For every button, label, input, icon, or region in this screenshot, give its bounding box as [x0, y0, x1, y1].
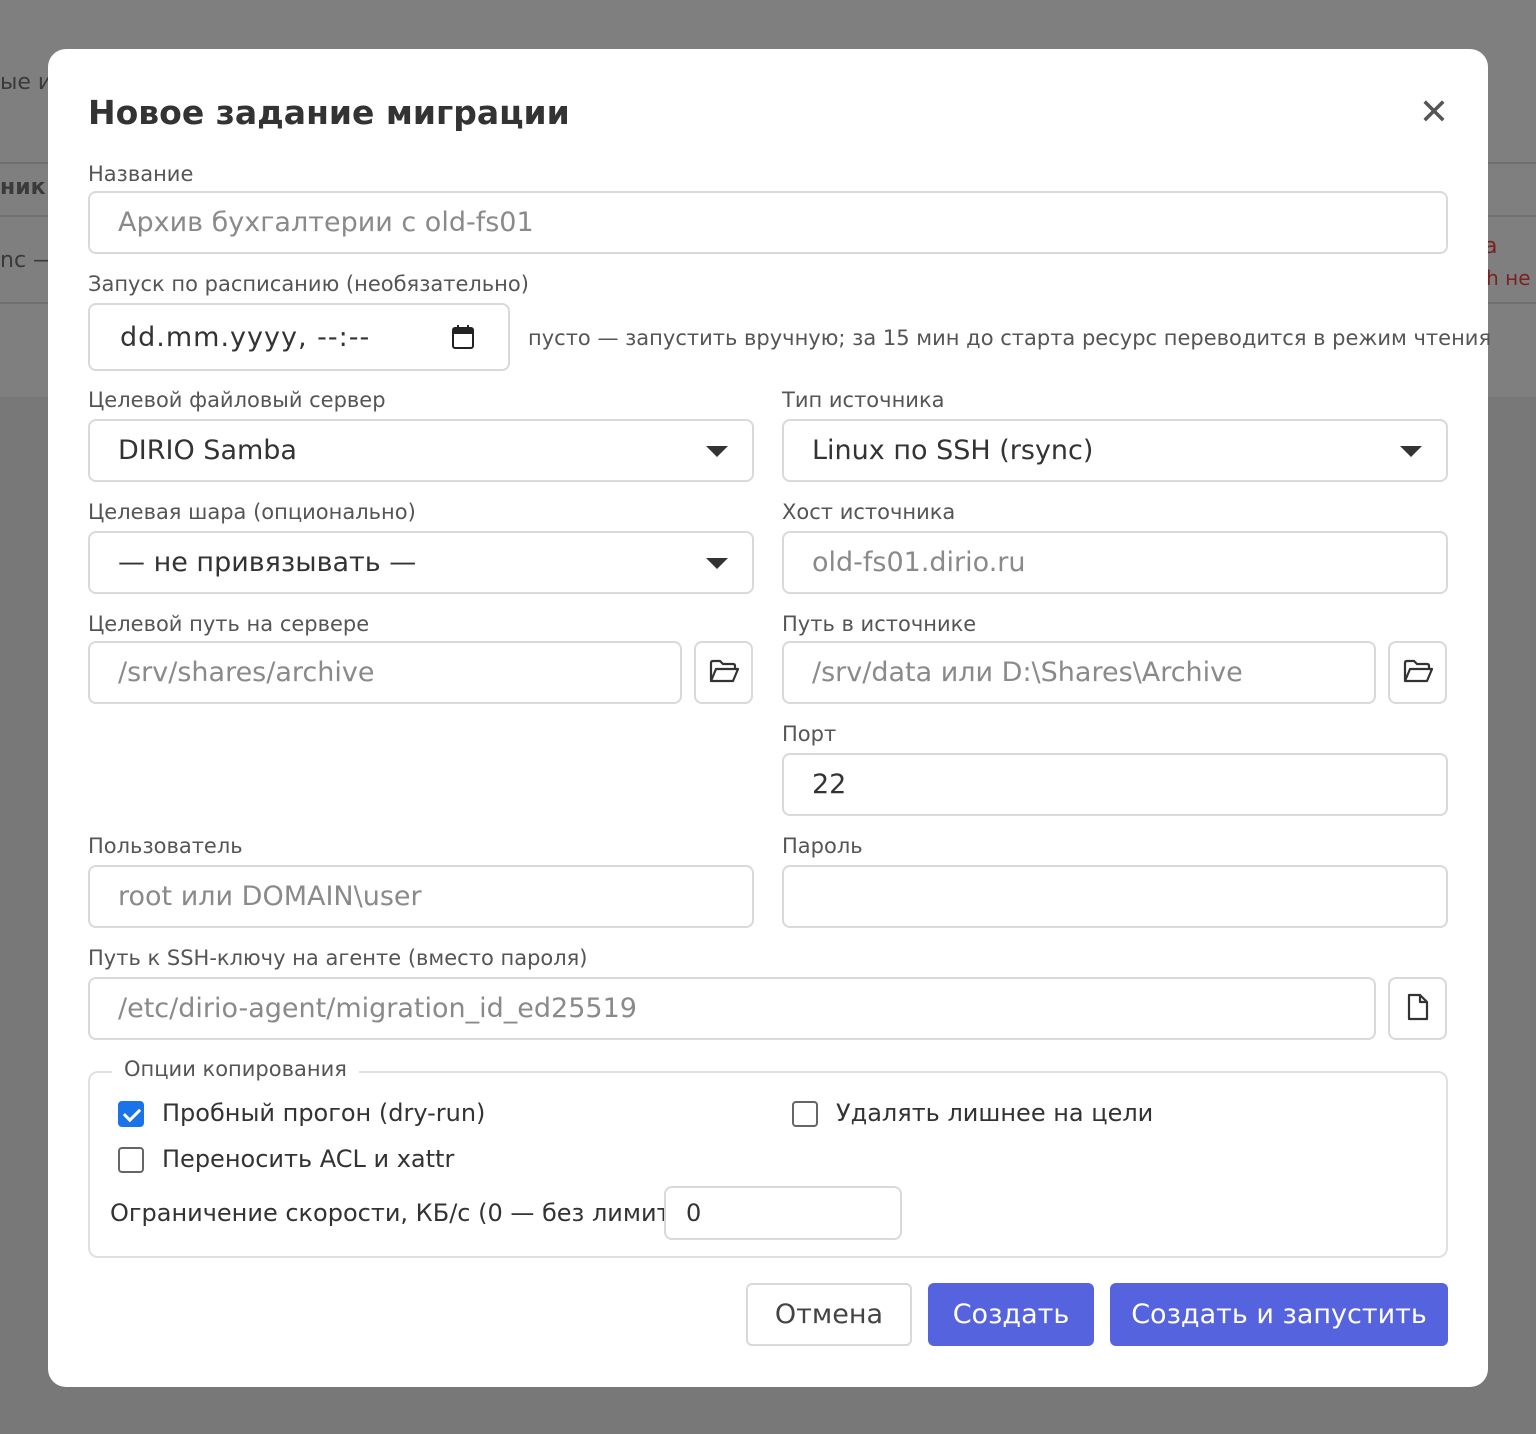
file-icon: [1407, 993, 1429, 1025]
user-label: Пользователь: [88, 834, 243, 858]
calendar-icon[interactable]: [452, 325, 474, 349]
ssh-key-label: Путь к SSH-ключу на агенте (вместо парол…: [88, 946, 588, 970]
target-share-value: — не привязывать —: [118, 547, 417, 578]
speed-limit-label: Ограничение скорости, КБ/с (0 — без лими…: [110, 1199, 695, 1227]
migration-dialog: Новое задание миграции ✕ Название Архив …: [48, 49, 1492, 1387]
folder-open-icon: [709, 659, 739, 687]
password-label: Пароль: [782, 834, 863, 858]
browse-ssh-key-button[interactable]: [1388, 977, 1447, 1040]
target-share-label: Целевая шара (опционально): [88, 500, 416, 524]
copy-options-group: Опции копирования Пробный прогон (dry-ru…: [88, 1057, 1448, 1258]
dialog-title: Новое задание миграции: [88, 93, 570, 132]
acl-checkbox[interactable]: [118, 1147, 144, 1173]
schedule-placeholder: dd.mm.yyyy, --:--: [120, 321, 371, 353]
name-label: Название: [88, 162, 194, 186]
source-path-label: Путь в источнике: [782, 612, 977, 636]
source-type-value: Linux по SSH (rsync): [812, 435, 1094, 466]
chevron-down-icon: [1400, 446, 1422, 457]
background-cell: nc —: [0, 248, 56, 273]
schedule-hint: пусто — запустить вручную; за 15 мин до …: [528, 326, 1492, 350]
copy-options-legend: Опции копирования: [112, 1057, 359, 1081]
port-input[interactable]: 22: [782, 753, 1448, 816]
dry-run-label[interactable]: Пробный прогон (dry-run): [162, 1099, 485, 1127]
source-host-label: Хост источника: [782, 500, 956, 524]
source-host-input[interactable]: old-fs01.dirio.ru: [782, 531, 1448, 594]
create-and-run-button[interactable]: Создать и запустить: [1110, 1283, 1448, 1346]
browse-source-folder-button[interactable]: [1388, 641, 1447, 704]
browse-target-folder-button[interactable]: [694, 641, 753, 704]
target-share-select[interactable]: — не привязывать —: [88, 531, 754, 594]
source-path-input[interactable]: /srv/data или D:\Shares\Archive: [782, 641, 1376, 704]
folder-open-icon: [1403, 659, 1433, 687]
cancel-button[interactable]: Отмена: [746, 1283, 912, 1346]
schedule-label: Запуск по расписанию (необязательно): [88, 272, 529, 296]
target-server-label: Целевой файловый сервер: [88, 388, 386, 412]
user-input[interactable]: root или DOMAIN\user: [88, 865, 754, 928]
source-type-select[interactable]: Linux по SSH (rsync): [782, 419, 1448, 482]
target-server-value: DIRIO Samba: [118, 435, 297, 466]
ssh-key-input[interactable]: /etc/dirio-agent/migration_id_ed25519: [88, 977, 1376, 1040]
target-path-input[interactable]: /srv/shares/archive: [88, 641, 682, 704]
delete-extra-label[interactable]: Удалять лишнее на цели: [836, 1099, 1153, 1127]
background-column-header: ник: [0, 175, 46, 200]
acl-label[interactable]: Переносить ACL и xattr: [162, 1145, 454, 1173]
target-server-select[interactable]: DIRIO Samba: [88, 419, 754, 482]
background-text: ые и: [0, 70, 53, 95]
target-path-label: Целевой путь на сервере: [88, 612, 370, 636]
password-input[interactable]: [782, 865, 1448, 928]
chevron-down-icon: [706, 558, 728, 569]
chevron-down-icon: [706, 446, 728, 457]
create-button[interactable]: Создать: [928, 1283, 1094, 1346]
port-label: Порт: [782, 722, 837, 746]
delete-extra-checkbox[interactable]: [792, 1101, 818, 1127]
name-input[interactable]: Архив бухгалтерии с old-fs01: [88, 191, 1448, 254]
speed-limit-input[interactable]: 0: [664, 1186, 902, 1240]
dry-run-checkbox[interactable]: [118, 1101, 144, 1127]
close-icon[interactable]: ✕: [1418, 95, 1450, 131]
source-type-label: Тип источника: [782, 388, 945, 412]
schedule-datetime-input[interactable]: dd.mm.yyyy, --:--: [88, 303, 510, 371]
